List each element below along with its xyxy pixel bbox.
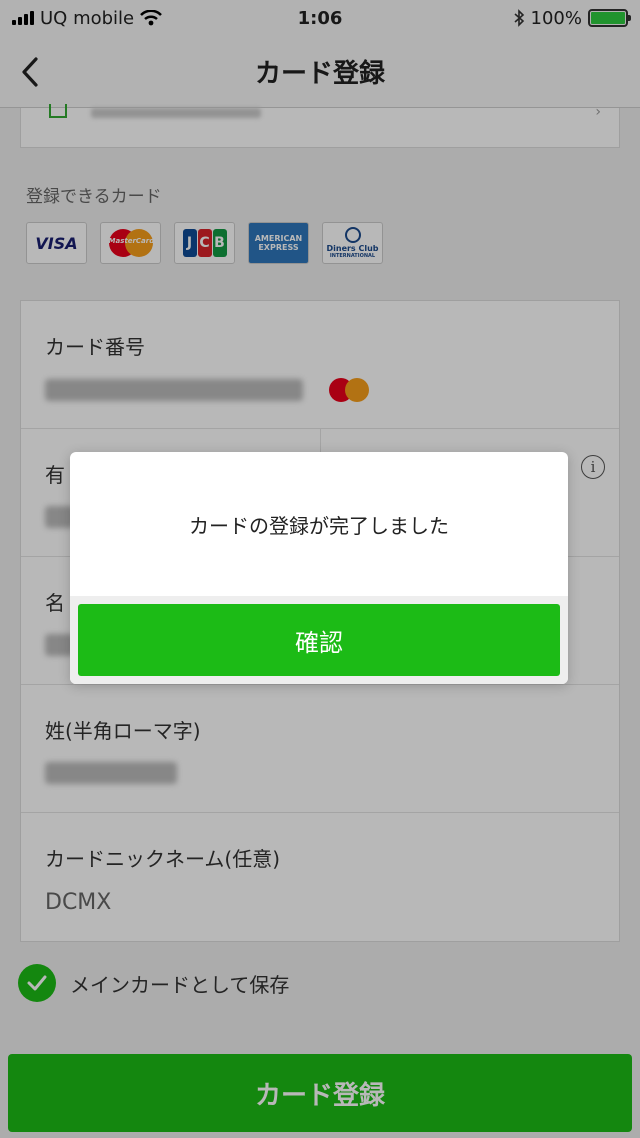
dialog-footer: 確認	[70, 596, 568, 684]
dialog-message: カードの登録が完了しました	[189, 513, 449, 538]
completion-dialog: カードの登録が完了しました 確認	[70, 452, 568, 684]
confirm-button[interactable]: 確認	[78, 604, 560, 676]
